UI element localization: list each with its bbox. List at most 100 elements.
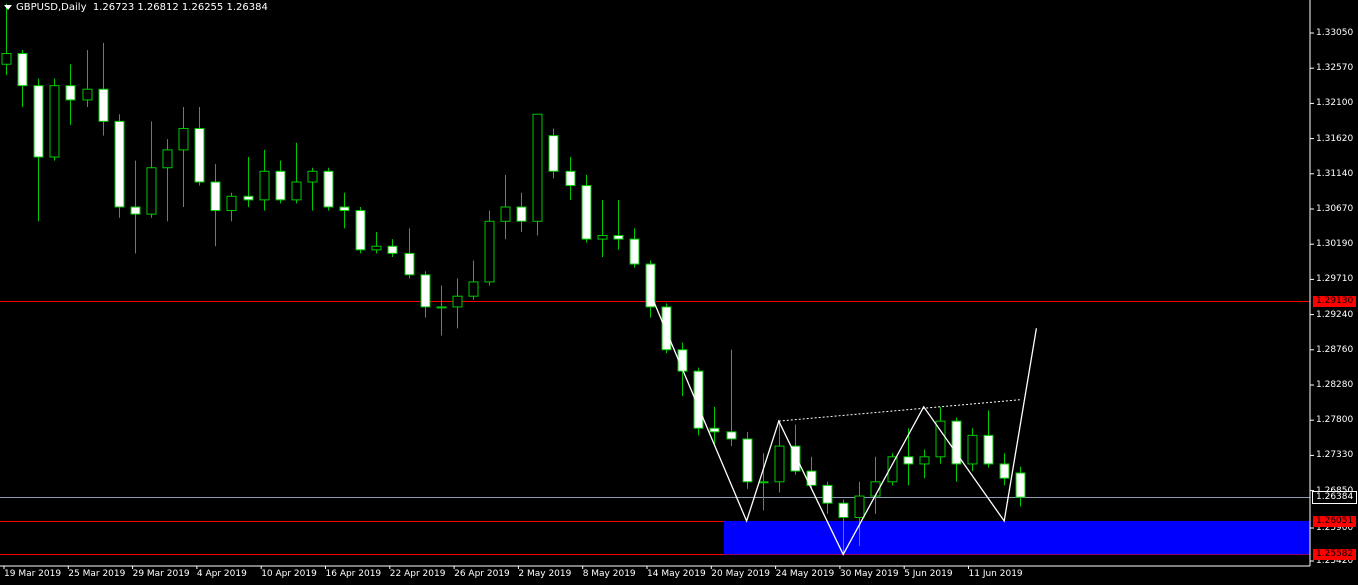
candle-body — [822, 484, 833, 504]
candle-body — [404, 252, 415, 276]
candle-29 — [468, 260, 479, 300]
candle-body — [726, 431, 737, 440]
price-tick-label: 1.33050 — [1316, 28, 1354, 38]
candle-body — [661, 306, 672, 351]
resistance-price-marker: 1.29130 — [1313, 296, 1357, 308]
date-tick-label: 14 May 2019 — [647, 569, 706, 579]
candle-37 — [597, 199, 608, 257]
candle-32 — [516, 192, 527, 232]
candle-body — [742, 438, 753, 483]
candle-body — [17, 53, 28, 87]
candle-34 — [548, 128, 559, 179]
candle-body — [387, 245, 398, 254]
candle-body — [919, 456, 930, 465]
candle-body — [178, 127, 189, 151]
candle-body — [355, 210, 366, 251]
candle-19 — [307, 167, 318, 211]
candle-0 — [1, 3, 12, 75]
price-tick-label: 1.27330 — [1316, 450, 1354, 461]
candle-11 — [178, 107, 189, 207]
zone-top-price-marker: 1.26051 — [1313, 515, 1357, 527]
date-tick-label: 8 May 2019 — [582, 569, 636, 579]
price-tick-label: 1.30670 — [1316, 204, 1354, 214]
candle-body — [854, 495, 865, 518]
symbol-name: GBPUSD,Daily — [16, 2, 87, 13]
candle-body — [629, 238, 640, 265]
date-tick-label: 22 Apr 2019 — [389, 569, 446, 579]
candle-57 — [919, 449, 930, 479]
candle-21 — [339, 192, 350, 229]
chart-window[interactable]: GBPUSD,Daily 1.26723 1.26812 1.26255 1.2… — [0, 0, 1358, 585]
candle-body — [452, 295, 463, 308]
candle-body — [65, 85, 76, 101]
candle-26 — [420, 271, 431, 318]
candle-17 — [275, 160, 286, 204]
price-tick-label: 1.27800 — [1316, 415, 1354, 426]
date-tick-label: 24 May 2019 — [775, 569, 835, 579]
candle-body — [226, 195, 237, 212]
candle-body — [597, 235, 608, 240]
price-tick-label: 1.30190 — [1316, 239, 1354, 250]
candle-body — [436, 306, 447, 309]
candle-30 — [484, 210, 495, 286]
candle-36 — [581, 174, 592, 243]
symbol-header[interactable]: GBPUSD,Daily 1.26723 1.26812 1.26255 1.2… — [4, 2, 268, 13]
candle-body — [371, 245, 382, 251]
candle-12 — [194, 107, 205, 186]
date-tick-label: 29 Mar 2019 — [132, 569, 190, 579]
candle-41 — [661, 303, 672, 354]
candle-8 — [130, 160, 141, 254]
price-tick-label: 1.28760 — [1316, 344, 1354, 355]
candle-10 — [162, 139, 173, 222]
candle-46 — [742, 431, 753, 489]
candle-body — [33, 85, 44, 158]
date-tick-label: 26 Apr 2019 — [454, 569, 510, 579]
candle-13 — [210, 164, 221, 247]
dropdown-triangle-icon[interactable] — [4, 4, 12, 10]
candle-body — [243, 195, 254, 201]
candle-body — [774, 445, 785, 483]
ohlc-values: 1.26723 1.26812 1.26255 1.26384 — [92, 2, 268, 13]
candle-body — [565, 170, 576, 187]
demand-zone-rect — [724, 520, 1310, 555]
candle-63 — [1015, 466, 1026, 507]
candle-48 — [774, 421, 785, 493]
price-chart[interactable] — [0, 0, 1358, 585]
candle-24 — [387, 239, 398, 257]
candle-28 — [452, 278, 463, 329]
price-tick-label: 1.32570 — [1316, 63, 1354, 74]
price-tick-label: 1.32100 — [1316, 98, 1354, 109]
date-tick-label: 2 May 2019 — [518, 569, 572, 579]
zone-bottom-price-marker: 1.25582 — [1313, 549, 1357, 561]
candle-6 — [98, 42, 109, 136]
candle-1 — [17, 49, 28, 108]
candle-18 — [291, 142, 302, 204]
candle-body — [98, 88, 109, 122]
candle-31 — [500, 174, 511, 240]
candle-25 — [404, 228, 415, 279]
candle-2 — [33, 78, 44, 222]
date-tick-label: 11 Jun 2019 — [968, 569, 1023, 579]
candle-body — [114, 120, 125, 208]
candle-body — [516, 206, 527, 222]
price-tick-label: 1.31620 — [1316, 133, 1354, 144]
price-tick-label: 1.29240 — [1316, 309, 1354, 320]
candle-body — [259, 170, 270, 201]
candle-body — [210, 181, 221, 212]
candle-body — [548, 135, 559, 172]
neckline-dotted — [778, 399, 1021, 422]
candle-35 — [565, 157, 576, 200]
date-tick-label: 10 Apr 2019 — [261, 569, 317, 579]
candle-51 — [822, 481, 833, 514]
candle-3 — [49, 78, 60, 161]
candle-38 — [613, 199, 624, 250]
current-price-marker: 1.26384 — [1311, 491, 1358, 505]
candle-47 — [758, 453, 769, 511]
candle-20 — [323, 167, 334, 211]
candle-15 — [243, 157, 254, 207]
candle-body — [709, 427, 720, 433]
candle-body — [983, 434, 994, 465]
candle-body — [291, 181, 302, 201]
candle-body — [838, 502, 849, 518]
candle-body — [484, 220, 495, 283]
